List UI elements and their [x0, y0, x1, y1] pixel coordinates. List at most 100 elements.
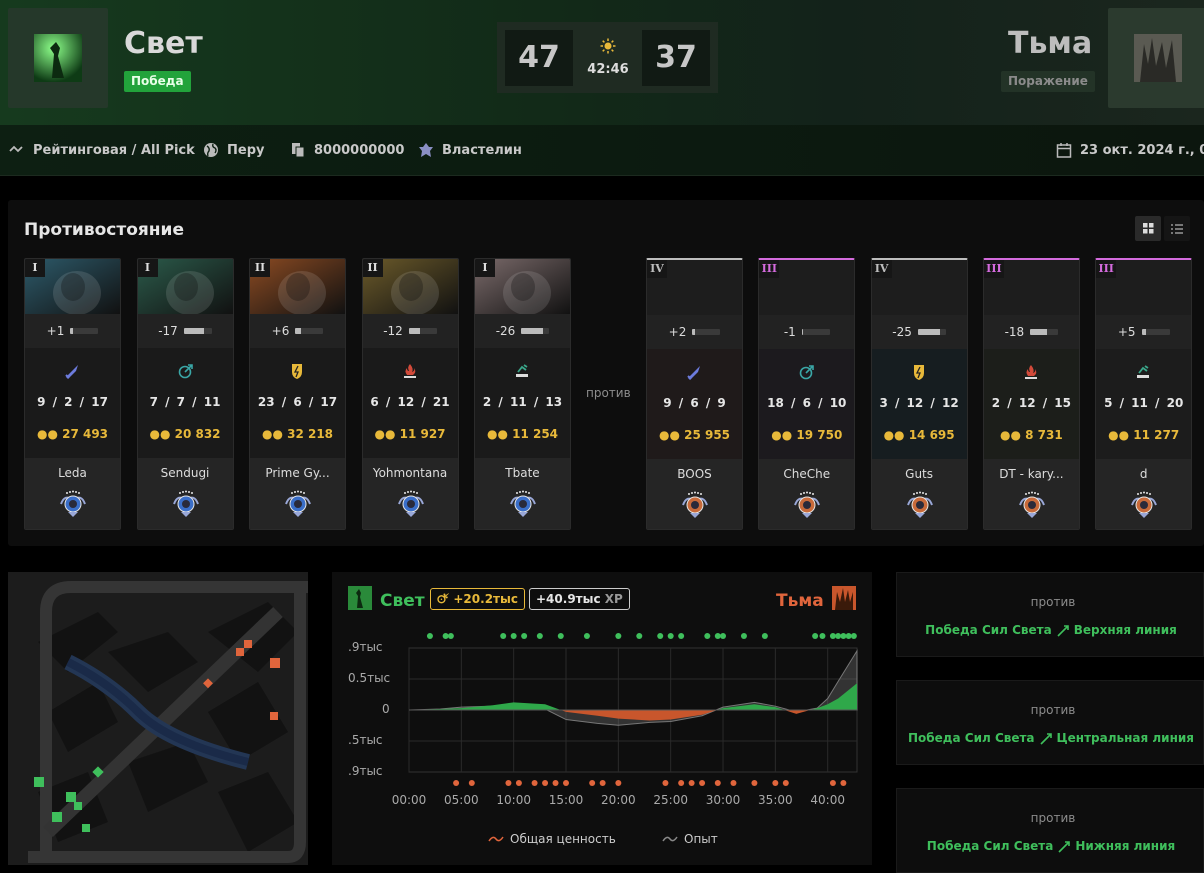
match-date: 23 окт. 2024 г., 08:18	[1056, 142, 1204, 158]
grid-icon	[1143, 223, 1154, 234]
player-card[interactable]: I -26 2 / 11 / 13 ●● 11 254 Tbate	[474, 258, 571, 530]
x-tick-label: 25:00	[653, 793, 688, 807]
player-info: Tbate	[475, 458, 570, 529]
x-tick-label: 00:00	[391, 793, 427, 807]
radiant-kill-marker	[447, 633, 454, 639]
player-kda: 9 / 2 / 17	[37, 395, 108, 409]
radiant-kill-marker	[583, 633, 590, 639]
gold-coins-icon: ●●	[883, 428, 909, 442]
networth-diff-value: -1	[783, 325, 796, 339]
radiant-kill-marker	[678, 633, 685, 639]
dire-kill-marker	[662, 780, 669, 786]
role-hard-support-icon	[516, 364, 528, 377]
player-card[interactable]: I +1 9 / 2 / 17 ●● 27 493 Leda	[24, 258, 121, 530]
player-card[interactable]: III -1 18 / 6 / 10 ●● 19 750 CheChe	[758, 258, 856, 530]
list-view-button[interactable]	[1164, 216, 1190, 241]
player-card[interactable]: IV -25 3 / 12 / 12 ●● 14 695 Guts	[870, 258, 968, 530]
radiant-kill-marker	[500, 633, 507, 639]
lane-name: Верхняя линия	[1073, 623, 1177, 637]
rank-medal-icon	[906, 491, 933, 518]
networth-bar	[295, 328, 324, 334]
player-networth-value: 19 750	[796, 428, 843, 442]
dire-kill-marker	[531, 780, 538, 786]
player-name[interactable]: Leda	[29, 466, 116, 480]
dire-team-logo[interactable]	[1108, 8, 1204, 108]
match-id[interactable]: 8000000000	[290, 142, 404, 158]
xp-legend-icon	[662, 836, 678, 842]
radiant-team-name: Свет	[124, 26, 203, 61]
radiant-kill-marker	[740, 633, 747, 639]
player-card[interactable]: III +5 5 / 11 / 20 ●● 11 277 d	[1095, 258, 1193, 530]
position-tier: I	[25, 259, 45, 277]
x-tick-label: 40:00	[810, 793, 845, 807]
player-kda: 3 / 12 / 12	[879, 396, 959, 410]
legend-networth[interactable]: Общая ценность	[488, 832, 616, 846]
networth-bar	[801, 329, 830, 335]
game-mode-label: Рейтинговая / All Pick	[33, 142, 195, 158]
radiant-kill-marker	[845, 633, 852, 639]
player-card[interactable]: II -12 6 / 12 / 21 ●● 11 927 Yohmontana	[361, 258, 459, 530]
player-networth-value: 20 832	[174, 427, 221, 441]
networth-legend-icon	[488, 836, 504, 842]
legend-xp[interactable]: Опыт	[662, 832, 718, 846]
networth-diff: -1	[759, 315, 855, 349]
player-card[interactable]: III -18 2 / 12 / 15 ●● 8 731 DT - kary...	[982, 258, 1080, 530]
player-name[interactable]: Yohmontana	[367, 466, 454, 480]
lane-icon	[1058, 840, 1071, 853]
x-tick-label: 30:00	[705, 793, 741, 807]
radiant-team-logo[interactable]	[8, 8, 108, 108]
position-tier: II	[362, 259, 383, 277]
player-card[interactable]: I -17 7 / 7 / 11 ●● 20 832 Sendugi	[136, 258, 234, 530]
player-info: Prime Gy...	[250, 458, 345, 529]
networth-diff-value: -17	[158, 324, 178, 338]
gold-coins-icon: ●●	[771, 428, 797, 442]
dire-kill-marker	[563, 780, 570, 786]
player-name[interactable]: Sendugi	[142, 466, 229, 480]
rank-medal-icon	[172, 490, 199, 517]
y-tick-label: .9тыс	[348, 764, 383, 778]
player-name[interactable]: CheChe	[763, 467, 850, 481]
rank-medal-icon	[682, 491, 708, 518]
position-tier: III	[983, 260, 1004, 278]
gold-coins-icon: ●●	[36, 427, 63, 441]
y-tick-label: 0	[382, 702, 390, 716]
player-name[interactable]: BOOS	[651, 467, 738, 481]
player-name[interactable]: d	[1100, 467, 1187, 481]
y-tick-label: .5тыс	[348, 733, 383, 747]
legend-xp-label: Опыт	[684, 832, 718, 846]
advantage-chart[interactable]	[332, 572, 872, 865]
role-carry-icon	[687, 366, 700, 380]
radiant-kill-marker	[714, 633, 721, 639]
player-name[interactable]: Guts	[876, 467, 963, 481]
player-card[interactable]: IV +2 9 / 6 / 9 ●● 25 955 BOOS	[646, 258, 743, 530]
position-tier: I	[475, 259, 495, 277]
player-networth: ●● 14 695	[872, 428, 967, 442]
networth-bar	[183, 328, 212, 334]
dire-kill-marker	[699, 780, 706, 786]
player-name[interactable]: DT - kary...	[988, 467, 1075, 481]
player-info: Leda	[25, 458, 120, 529]
networth-diff-value: +1	[46, 324, 65, 338]
grid-view-button[interactable]	[1135, 216, 1161, 241]
role-hard-support-icon	[1137, 365, 1150, 378]
player-info: DT - kary...	[983, 459, 1079, 529]
player-name[interactable]: Tbate	[479, 466, 566, 480]
gold-coins-icon: ●●	[149, 427, 175, 441]
rank-medal-icon	[397, 490, 424, 517]
networth-diff-value: -25	[892, 325, 912, 339]
player-card[interactable]: II +6 23 / 6 / 17 ●● 32 218 Prime Gy...	[249, 258, 346, 530]
dire-kill-marker	[505, 780, 512, 786]
rank-medal-icon	[510, 490, 536, 517]
rank-medal-icon	[419, 143, 433, 157]
lane-outcome-card[interactable]: против Победа Сил Света Верхняя линия	[896, 572, 1204, 657]
dire-kill-marker	[678, 780, 685, 786]
minimap[interactable]	[8, 572, 308, 865]
y-tick-label: .9тыс	[348, 640, 383, 654]
radiant-kill-marker	[720, 633, 727, 639]
lane-outcome-card[interactable]: против Победа Сил Света Центральная линия	[896, 680, 1204, 765]
lane-outcome-card[interactable]: против Победа Сил Света Нижняя линия	[896, 788, 1204, 873]
sun-icon	[600, 38, 616, 54]
role-mid-icon	[178, 364, 193, 379]
player-networth-value: 32 218	[287, 427, 334, 441]
player-name[interactable]: Prime Gy...	[254, 466, 341, 480]
